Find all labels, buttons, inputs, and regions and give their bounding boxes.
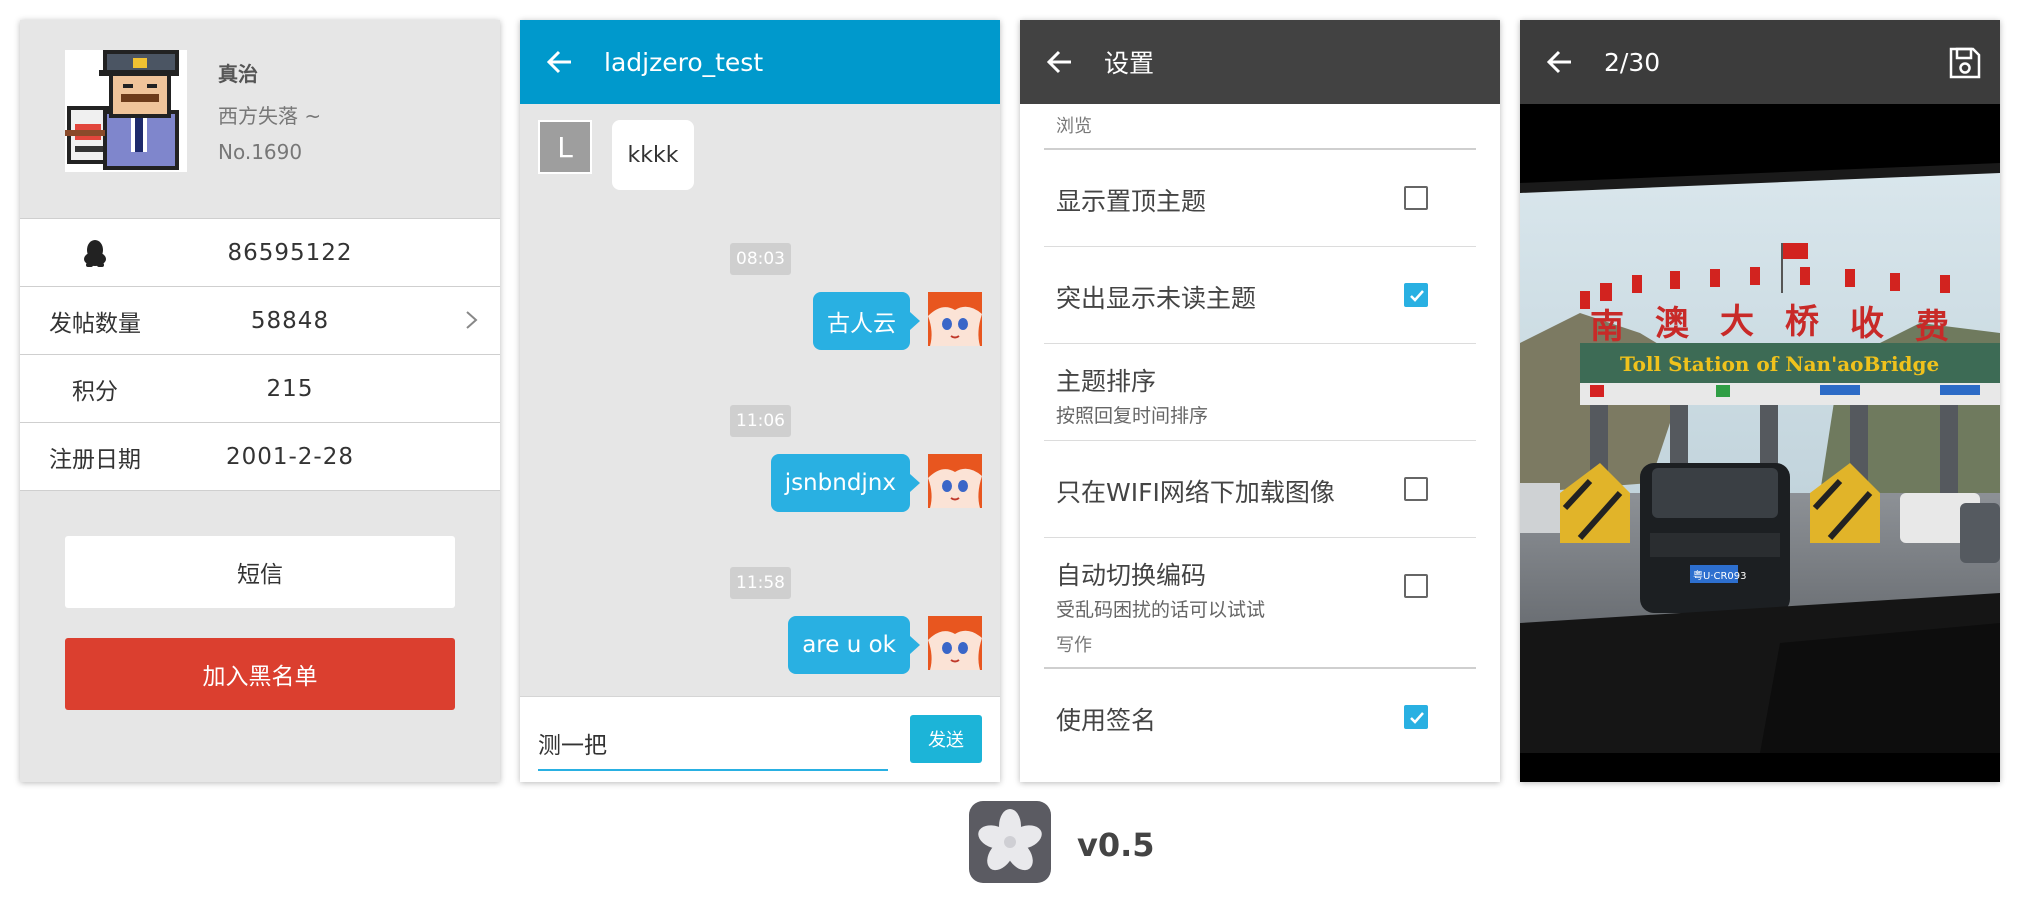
my-avatar[interactable] (928, 292, 982, 346)
setting-title: 主题排序 (1056, 367, 1157, 396)
chat-appbar: ladjzero_test (520, 20, 1000, 104)
info-row-qq: 86595122 (20, 219, 500, 287)
outgoing-message: jsnbndjnx (770, 454, 921, 512)
svg-text:桥: 桥 (1785, 302, 1819, 342)
info-row-posts[interactable]: 发帖数量 58848 (20, 287, 500, 355)
setting-title: 使用签名 (1056, 706, 1157, 735)
chat-compose-bar: 发送 (520, 696, 1000, 782)
points-value: 215 (266, 375, 314, 402)
posts-label: 发帖数量 (49, 310, 141, 337)
setting-subtitle: 按照回复时间排序 (1056, 405, 1209, 427)
user-signature: 西方失落 ~ (218, 104, 322, 128)
message-timestamp: 11:58 (730, 567, 791, 599)
back-arrow-icon[interactable] (546, 48, 574, 76)
register-date-label: 注册日期 (49, 446, 141, 473)
user-avatar[interactable] (65, 50, 187, 172)
profile-panel: 真治 西方失落 ~ No.1690 86595122 发帖数量 58848 积分 (20, 20, 500, 782)
settings-list: 浏览 显示置顶主题 突出显示未读主题 主题排序 按照回复时间排序 只在WIFI网… (1044, 104, 1476, 766)
points-label: 积分 (72, 378, 118, 405)
qq-penguin-icon (20, 239, 170, 267)
setting-wifi-images[interactable]: 只在WIFI网络下加载图像 (1044, 441, 1476, 538)
setting-title: 自动切换编码 (1056, 561, 1207, 590)
license-plate-text: 粤U·CR093 (1693, 569, 1747, 582)
image-counter: 2/30 (1604, 47, 1661, 77)
incoming-message: kkkk (612, 120, 694, 190)
app-version: v0.5 (1077, 826, 1155, 864)
toll-station-photo[interactable]: 南澳大 桥收费 Toll Station of Nan'aoBridge 粤U·… (1520, 163, 2000, 753)
register-date-value: 2001-2-28 (225, 443, 355, 470)
setting-thread-sort[interactable]: 主题排序 按照回复时间排序 (1044, 344, 1476, 441)
profile-info-table: 86595122 发帖数量 58848 积分 215 注册日期 2001-2-2… (20, 218, 500, 491)
user-number: No.1690 (218, 140, 303, 164)
toll-sign-text: Toll Station of Nan'aoBridge (1620, 352, 1939, 376)
chat-panel: ladjzero_test L kkkk 08:03 古人云 11:06 jsn… (520, 20, 1000, 782)
setting-show-pinned[interactable]: 显示置顶主题 (1044, 150, 1476, 247)
settings-title: 设置 (1104, 49, 1155, 78)
posts-count: 58848 (250, 307, 330, 334)
username: 真治 (218, 62, 258, 86)
category-browse: 浏览 (1044, 104, 1476, 150)
svg-text:南: 南 (1590, 307, 1624, 347)
setting-use-signature[interactable]: 使用签名 (1044, 669, 1476, 766)
message-timestamp: 11:06 (730, 405, 791, 437)
setting-title: 突出显示未读主题 (1056, 284, 1257, 313)
svg-text:费: 费 (1915, 307, 1949, 347)
highlight-unread-checkbox[interactable] (1404, 283, 1428, 307)
checkmark-icon (1410, 712, 1424, 724)
svg-text:收: 收 (1850, 304, 1884, 344)
message-input[interactable] (538, 717, 888, 771)
settings-panel: 设置 浏览 显示置顶主题 突出显示未读主题 主题排序 按照回复时间排序 只在WI… (1020, 20, 1500, 782)
checkmark-icon (1410, 290, 1424, 302)
outgoing-message: 古人云 (813, 292, 920, 350)
back-arrow-icon[interactable] (1546, 48, 1574, 76)
setting-auto-encoding[interactable]: 自动切换编码 受乱码困扰的话可以试试 (1044, 538, 1476, 635)
wifi-images-checkbox[interactable] (1404, 477, 1428, 501)
info-row-points: 积分 215 (20, 355, 500, 423)
my-avatar[interactable] (928, 454, 982, 508)
use-signature-checkbox[interactable] (1404, 705, 1428, 729)
setting-title: 显示置顶主题 (1056, 187, 1207, 216)
image-viewer-panel: 2/30 南 澳 大 桥 收 费 Toll Station of Nan'aoB… (1520, 20, 2000, 782)
setting-title: 只在WIFI网络下加载图像 (1056, 478, 1335, 507)
qq-number: 86595122 (227, 239, 353, 266)
svg-text:大: 大 (1720, 302, 1754, 342)
app-logo (969, 801, 1051, 883)
message-timestamp: 08:03 (730, 243, 791, 275)
show-pinned-checkbox[interactable] (1404, 186, 1428, 210)
sms-button[interactable]: 短信 (65, 536, 455, 608)
setting-highlight-unread[interactable]: 突出显示未读主题 (1044, 247, 1476, 344)
viewer-appbar: 2/30 (1520, 20, 2000, 104)
chat-title: ladjzero_test (604, 47, 764, 77)
blacklist-button[interactable]: 加入黑名单 (65, 638, 455, 710)
send-button[interactable]: 发送 (910, 715, 982, 763)
contact-avatar[interactable]: L (538, 120, 592, 174)
auto-encoding-checkbox[interactable] (1404, 574, 1428, 598)
svg-text:澳: 澳 (1655, 304, 1690, 344)
outgoing-message: are u ok (788, 616, 920, 674)
info-row-register-date: 注册日期 2001-2-28 (20, 423, 500, 491)
back-arrow-icon[interactable] (1046, 48, 1074, 76)
chevron-right-icon[interactable] (460, 309, 482, 331)
save-icon[interactable] (1948, 46, 1982, 80)
setting-subtitle: 受乱码困扰的话可以试试 (1056, 599, 1266, 621)
category-write: 写作 (1044, 635, 1476, 669)
settings-appbar: 设置 (1020, 20, 1500, 104)
my-avatar[interactable] (928, 616, 982, 670)
